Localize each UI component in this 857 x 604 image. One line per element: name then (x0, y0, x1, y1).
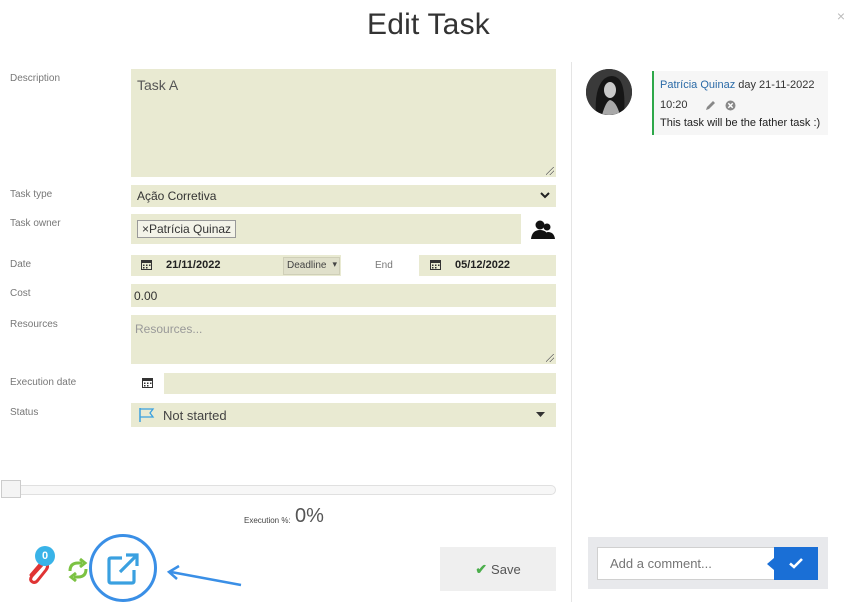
recurrence-icon[interactable] (65, 556, 91, 584)
send-notch (767, 558, 774, 570)
comment-meta: 10:20 (660, 95, 822, 115)
send-comment-button[interactable] (774, 547, 818, 580)
save-button[interactable]: ✔ Save (440, 547, 556, 591)
task-type-value: Ação Corretiva (137, 189, 217, 203)
execution-value: 0% (295, 505, 324, 527)
execution-slider-track[interactable] (10, 485, 556, 495)
resize-grip[interactable] (546, 354, 554, 362)
remove-icon[interactable] (725, 100, 736, 111)
description-textarea[interactable]: Task A (131, 69, 556, 177)
description-value: Task A (137, 77, 179, 93)
comment-header: Patrícia Quinaz day 21-11-2022 (660, 75, 822, 95)
pencil-icon[interactable] (705, 100, 716, 111)
caret-down-icon: ▾ (332, 259, 337, 269)
task-owner-field[interactable]: ×Patrícia Quinaz (131, 214, 521, 244)
status-value: Not started (163, 408, 227, 423)
calendar-icon[interactable] (141, 259, 152, 270)
calendar-icon[interactable] (430, 259, 441, 270)
status-label: Status (10, 407, 39, 418)
comment-card: Patrícia Quinaz day 21-11-2022 10:20 Thi… (652, 71, 828, 135)
resources-textarea[interactable]: Resources... (131, 315, 556, 364)
task-type-select[interactable]: Ação Corretiva (131, 185, 556, 207)
user-group-icon[interactable] (531, 219, 555, 241)
arrow-icon (166, 564, 242, 587)
flag-icon (139, 408, 155, 422)
panel-divider (571, 62, 572, 602)
execution-date-label: Execution date (10, 377, 77, 388)
comment-date: day 21-11-2022 (735, 79, 815, 91)
resize-grip[interactable] (546, 167, 554, 175)
avatar (586, 69, 632, 115)
comment-text: This task will be the father task :) (660, 117, 821, 129)
date-label: Date (10, 259, 32, 270)
task-owner-label: Task owner (10, 218, 61, 229)
owner-tag[interactable]: ×Patrícia Quinaz (137, 220, 237, 238)
page-title: Edit Task (367, 8, 490, 41)
checkmark-icon (789, 558, 803, 569)
execution-label: Execution %: (244, 516, 291, 525)
attachments-count-badge: 0 (35, 546, 55, 566)
external-link-icon[interactable] (106, 552, 140, 586)
end-date-value: 05/12/2022 (455, 259, 511, 271)
comment-input[interactable] (597, 547, 775, 580)
start-date-value: 21/11/2022 (166, 259, 221, 271)
execution-slider-handle[interactable] (1, 480, 21, 498)
calendar-icon[interactable] (142, 377, 153, 388)
cost-input[interactable]: 0.00 (131, 284, 556, 307)
deadline-option: Deadline (287, 260, 327, 271)
comment-time: 10:20 (660, 99, 688, 111)
close-icon[interactable]: × (837, 8, 845, 24)
end-label: End (375, 260, 393, 271)
cost-label: Cost (10, 288, 31, 299)
chevron-down-icon (540, 192, 550, 199)
resources-label: Resources (10, 319, 58, 330)
checkmark-icon: ✔ (475, 560, 488, 577)
description-label: Description (10, 73, 61, 84)
save-button-label: Save (491, 561, 521, 577)
execution-date-field[interactable] (131, 373, 556, 394)
cost-value: 0.00 (134, 289, 158, 303)
task-type-label: Task type (10, 189, 53, 200)
resources-placeholder: Resources... (135, 322, 203, 336)
caret-down-icon (536, 412, 545, 417)
deadline-select[interactable]: Deadline ▾ (283, 257, 340, 275)
status-select[interactable]: Not started (131, 403, 556, 427)
comment-author[interactable]: Patrícia Quinaz (660, 79, 735, 91)
